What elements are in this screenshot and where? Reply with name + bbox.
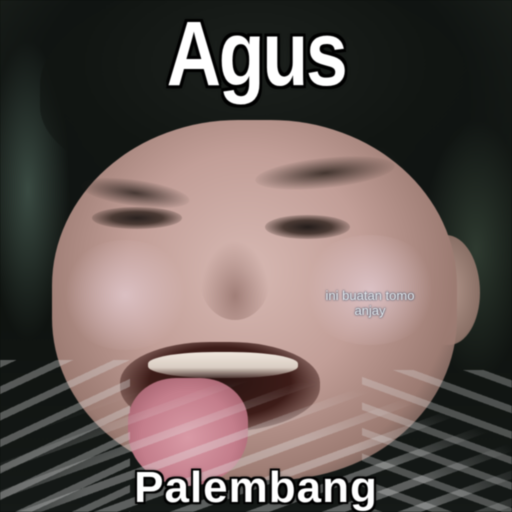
watermark-text: ini buatan tomo anjay (300, 288, 440, 318)
eye-right (265, 215, 350, 239)
eye-left (92, 207, 182, 229)
watermark-line-1: ini buatan tomo (325, 288, 415, 303)
bottom-caption: Palembang (134, 463, 378, 512)
teeth (148, 352, 298, 378)
top-caption: Agus (166, 3, 348, 105)
watermark-line-2: anjay (354, 303, 386, 318)
cheek-left (60, 240, 190, 350)
meme-image: Agus ini buatan tomo anjay Palembang (0, 0, 512, 512)
nose (200, 240, 270, 320)
